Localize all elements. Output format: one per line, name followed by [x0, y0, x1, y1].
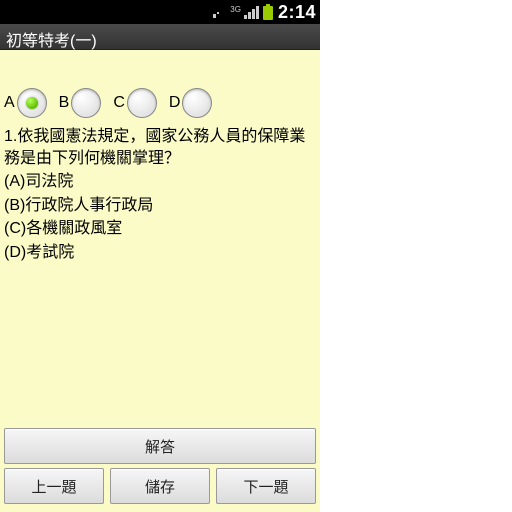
choice-c: (C)各機關政風室 — [4, 218, 316, 240]
option-a-label: A — [4, 94, 15, 112]
option-a[interactable]: A — [4, 88, 47, 118]
next-button[interactable]: 下一題 — [216, 468, 316, 504]
device-frame: 3G 2:14 初等特考(一) A B — [0, 0, 320, 512]
option-d[interactable]: D — [169, 88, 213, 118]
save-button[interactable]: 儲存 — [110, 468, 210, 504]
signal-icon — [244, 5, 260, 19]
option-b-label: B — [59, 94, 70, 112]
battery-icon — [263, 4, 273, 20]
answer-button-row: 解答 — [4, 428, 316, 464]
spacer — [4, 266, 316, 428]
radio-a[interactable] — [17, 88, 47, 118]
network-type-label: 3G — [230, 5, 241, 14]
choice-a: (A)司法院 — [4, 171, 316, 193]
content-area: A B C D 1.依我國憲法規定，國家公務人員的保障業務是由下列何機關掌理？ … — [0, 50, 320, 512]
choice-d: (D)考試院 — [4, 242, 316, 264]
status-clock: 2:14 — [278, 2, 316, 23]
prev-button[interactable]: 上一題 — [4, 468, 104, 504]
answer-button[interactable]: 解答 — [4, 428, 316, 464]
choice-b: (B)行政院人事行政局 — [4, 195, 316, 217]
option-d-label: D — [169, 94, 181, 112]
option-c[interactable]: C — [113, 88, 157, 118]
option-c-label: C — [113, 94, 125, 112]
nav-button-row: 上一題 儲存 下一題 — [4, 468, 316, 504]
radio-b[interactable] — [71, 88, 101, 118]
status-bar: 3G 2:14 — [0, 0, 320, 24]
network-3g-icon — [213, 6, 227, 18]
radio-c[interactable] — [127, 88, 157, 118]
question-stem: 1.依我國憲法規定，國家公務人員的保障業務是由下列何機關掌理？ — [4, 126, 316, 169]
radio-d[interactable] — [182, 88, 212, 118]
app-title: 初等特考(一) — [0, 24, 320, 50]
question-block: 1.依我國憲法規定，國家公務人員的保障業務是由下列何機關掌理？ (A)司法院 (… — [4, 126, 316, 266]
option-b[interactable]: B — [59, 88, 102, 118]
answer-radio-row: A B C D — [4, 88, 316, 118]
